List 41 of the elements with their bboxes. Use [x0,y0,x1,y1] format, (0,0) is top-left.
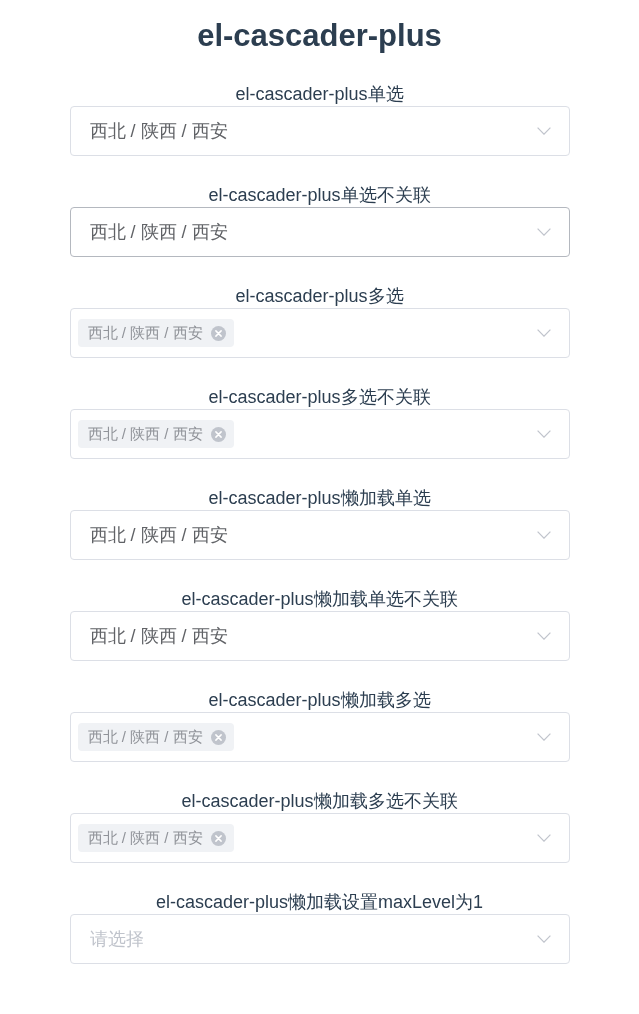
cascader-field[interactable]: 请选择 [69,914,570,964]
field-label: el-cascader-plus多选不关联 [208,386,431,408]
chevron-down-icon[interactable] [536,935,551,943]
field-label: el-cascader-plus单选 [235,83,404,105]
field-label: el-cascader-plus懒加载设置maxLevel为1 [155,891,484,913]
cascader-field[interactable]: 西北 / 陕西 / 西安 [69,106,570,156]
chevron-down-icon[interactable] [536,531,551,539]
chevron-down-icon[interactable] [536,127,551,135]
tag-label: 西北 / 陕西 / 西安 [87,323,203,343]
selected-value: 西北 / 陕西 / 西安 [89,524,228,547]
chevron-down-icon[interactable] [536,733,551,741]
field-label: el-cascader-plus懒加载多选不关联 [181,790,458,812]
close-icon[interactable] [210,325,226,341]
field-label: el-cascader-plus懒加载单选 [208,487,431,509]
chevron-down-icon[interactable] [536,430,551,438]
cascader-field[interactable]: 西北 / 陕西 / 西安 [69,510,570,560]
cascader-field[interactable]: 西北 / 陕西 / 西安 [69,409,570,459]
cascader-field[interactable]: 西北 / 陕西 / 西安 [69,207,570,257]
field-label: el-cascader-plus多选 [235,285,404,307]
selected-value: 西北 / 陕西 / 西安 [89,221,228,244]
tag-label: 西北 / 陕西 / 西安 [87,424,203,444]
page-title: el-cascader-plus [197,17,442,55]
close-icon[interactable] [210,729,226,745]
cascader-field[interactable]: 西北 / 陕西 / 西安 [69,712,570,762]
chevron-down-icon[interactable] [536,632,551,640]
placeholder-text: 请选择 [89,928,144,951]
selected-value: 西北 / 陕西 / 西安 [89,120,228,143]
tag-label: 西北 / 陕西 / 西安 [87,727,203,747]
tag-label: 西北 / 陕西 / 西安 [87,828,203,848]
chevron-down-icon[interactable] [536,329,551,337]
cascader-field[interactable]: 西北 / 陕西 / 西安 [69,813,570,863]
chevron-down-icon[interactable] [536,834,551,842]
selected-value: 西北 / 陕西 / 西安 [89,625,228,648]
close-icon[interactable] [210,426,226,442]
close-icon[interactable] [210,830,226,846]
cascader-field[interactable]: 西北 / 陕西 / 西安 [69,308,570,358]
chevron-down-icon[interactable] [536,228,551,236]
field-label: el-cascader-plus单选不关联 [208,184,431,206]
field-label: el-cascader-plus懒加载多选 [208,689,431,711]
cascader-field[interactable]: 西北 / 陕西 / 西安 [69,611,570,661]
field-label: el-cascader-plus懒加载单选不关联 [181,588,458,610]
